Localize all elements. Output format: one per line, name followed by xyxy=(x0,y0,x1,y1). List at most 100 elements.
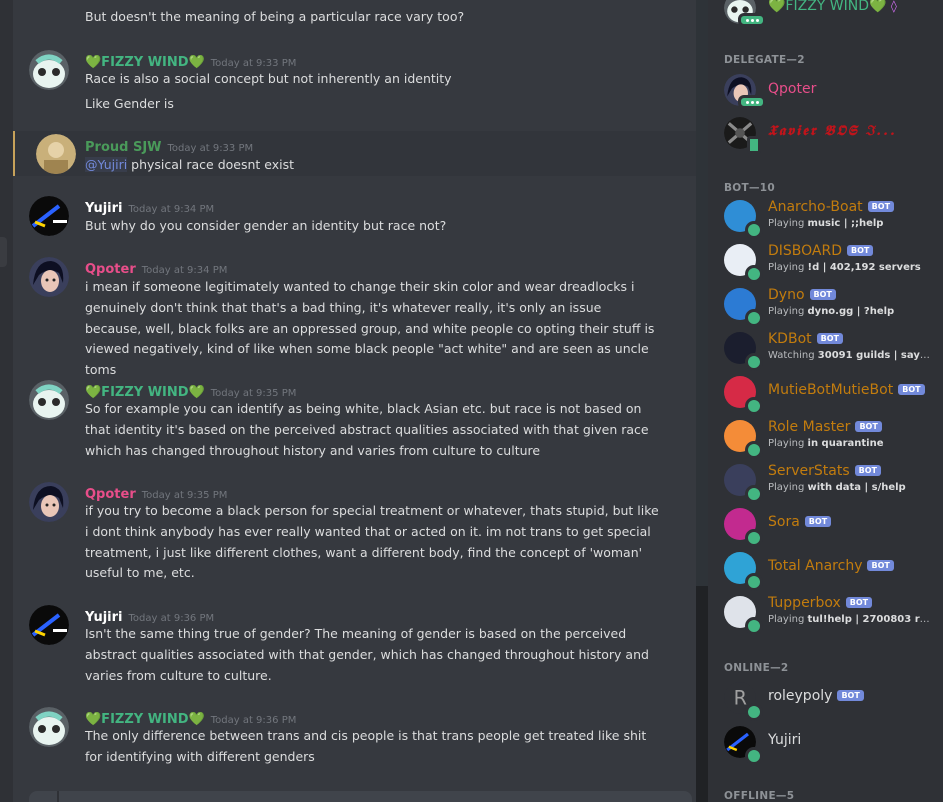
avatar-yujiri[interactable] xyxy=(29,605,69,645)
activity-detail: !d | 402,192 servers xyxy=(807,262,921,273)
member-bot[interactable]: ServerStats BOT Playing with data | s/help xyxy=(708,460,943,503)
activity-detail: 30091 guilds | say ... xyxy=(817,350,933,361)
member-bot[interactable]: DISBOARD BOT Playing !d | 402,192 servers xyxy=(708,240,943,283)
avatar xyxy=(724,244,763,283)
member-name-text: Dyno xyxy=(768,287,805,303)
message-header: Qpoter Today at 9:35 PM xyxy=(85,483,227,502)
bot-tag: BOT xyxy=(867,201,895,212)
bot-tag: BOT xyxy=(816,333,843,344)
member-activity: Playing dyno.gg | ?help xyxy=(768,306,933,317)
message-text: So for example you can identify as being… xyxy=(85,401,649,458)
message-group: 💚FIZZY WIND💚 Today at 9:33 PM Race is als… xyxy=(13,46,697,118)
activity-verb: Playing xyxy=(768,614,805,625)
member-xavier[interactable]: 𝖃𝖆𝖛𝖎𝖊𝖗 𝕭𝕺𝕾 ℑ... xyxy=(708,113,943,154)
member-name-text: DISBOARD xyxy=(768,243,843,259)
section-bot: BOT—10 xyxy=(724,182,776,194)
author-name[interactable]: Yujiri xyxy=(85,610,123,625)
avatar xyxy=(724,0,766,27)
bot-tag: BOT xyxy=(845,597,873,608)
author-name[interactable]: Proud SJW xyxy=(85,140,162,155)
timestamp: Today at 9:34 PM xyxy=(141,265,228,276)
section-delegate: DELEGATE—2 xyxy=(724,54,805,66)
member-activity: Playing tul!help | 2700803 reg... xyxy=(768,614,933,625)
avatar-fizzy-wind[interactable] xyxy=(29,50,69,90)
member-name-text: Role Master xyxy=(768,419,851,435)
online-status-icon xyxy=(745,617,763,635)
member-activity: Watching 30091 guilds | say ... xyxy=(768,350,933,361)
online-status-icon xyxy=(745,309,763,327)
bot-tag: BOT xyxy=(847,245,874,256)
member-name: Anarcho-Boat BOT xyxy=(768,199,895,215)
member-roleypoly[interactable]: R roleypoly BOT xyxy=(708,678,943,721)
avatar-qpoter[interactable] xyxy=(29,257,69,297)
member-name-text: ServerStats xyxy=(768,463,850,479)
message-text: But doesn't the meaning of being a parti… xyxy=(85,9,465,24)
avatar: R xyxy=(724,682,763,721)
online-status-icon xyxy=(745,221,763,239)
author-name[interactable]: 💚FIZZY WIND💚 xyxy=(85,385,205,400)
timestamp: Today at 9:33 PM xyxy=(167,143,254,154)
member-name: Role Master BOT xyxy=(768,419,882,435)
activity-detail: tul!help | 2700803 reg... xyxy=(807,614,933,625)
avatar-fizzy-wind[interactable] xyxy=(29,380,69,420)
online-status-icon xyxy=(745,397,763,415)
avatar-proud-sjw[interactable] xyxy=(36,134,76,174)
member-bot[interactable]: Dyno BOT Playing dyno.gg | ?help xyxy=(708,284,943,327)
attach-divider xyxy=(57,791,59,802)
member-fizzy-wind[interactable]: 💚FIZZY WIND💚 ◊ xyxy=(708,0,943,28)
scrollbar-thumb[interactable] xyxy=(696,586,708,802)
author-name[interactable]: Qpoter xyxy=(85,262,136,277)
message-input[interactable] xyxy=(29,791,692,802)
member-name: Sora BOT xyxy=(768,514,832,530)
chat-scrollbar[interactable] xyxy=(696,0,708,802)
member-bot[interactable]: Tupperbox BOT Playing tul!help | 2700803 r… xyxy=(708,592,943,635)
member-bot[interactable]: KDBot BOT Watching 30091 guilds | say ... xyxy=(708,328,943,371)
member-bot[interactable]: Role Master BOT Playing in quarantine xyxy=(708,416,943,459)
timestamp: Today at 9:36 PM xyxy=(210,715,297,726)
member-name: Tupperbox BOT xyxy=(768,595,873,611)
member-list[interactable]: 💚FIZZY WIND💚 ◊ DELEGATE—2 Qpoter 𝖃𝖆𝖛𝖎𝖊𝖗 … xyxy=(708,0,943,802)
bot-tag: BOT xyxy=(837,690,864,701)
section-online: ONLINE—2 xyxy=(724,662,789,674)
author-name[interactable]: Yujiri xyxy=(85,201,123,216)
message-text: if you try to become a black person for … xyxy=(85,503,659,581)
member-bot[interactable]: Sora BOT xyxy=(708,504,943,547)
activity-verb: Playing xyxy=(768,482,805,493)
server-rail-edge xyxy=(0,0,13,802)
avatar xyxy=(724,117,761,154)
message-header: 💚FIZZY WIND💚 Today at 9:36 PM xyxy=(85,708,296,727)
activity-detail: with data | s/help xyxy=(807,482,906,493)
activity-detail: music | ;;help xyxy=(807,218,884,229)
avatar-fizzy-wind[interactable] xyxy=(29,707,69,747)
message-body: physical race doesnt exist xyxy=(127,157,295,172)
activity-detail: in quarantine xyxy=(807,438,884,449)
timestamp: Today at 9:34 PM xyxy=(128,204,215,215)
chat-area[interactable]: But doesn't the meaning of being a parti… xyxy=(13,0,697,802)
section-offline: OFFLINE—5 xyxy=(724,790,795,802)
author-name[interactable]: Qpoter xyxy=(85,487,136,502)
avatar xyxy=(724,200,763,239)
member-name: 𝖃𝖆𝖛𝖎𝖊𝖗 𝕭𝕺𝕾 ℑ... xyxy=(768,123,897,139)
member-name-text: Sora xyxy=(768,514,800,530)
member-bot[interactable]: Total Anarchy BOT xyxy=(708,548,943,591)
message-group: Yujiri Today at 9:34 PM But why do you co… xyxy=(13,192,697,242)
author-name[interactable]: 💚FIZZY WIND💚 xyxy=(85,55,205,70)
member-qpoter[interactable]: Qpoter xyxy=(708,70,943,110)
avatar-qpoter[interactable] xyxy=(29,482,69,522)
avatar xyxy=(724,596,763,635)
member-name: DISBOARD BOT xyxy=(768,243,874,259)
message-group: 💚FIZZY WIND💚 Today at 9:35 PM So for exam… xyxy=(13,376,697,466)
member-bot[interactable]: Anarcho-Boat BOT Playing music | ;;help xyxy=(708,196,943,239)
member-name: Total Anarchy BOT xyxy=(768,558,894,574)
online-status-icon xyxy=(745,353,763,371)
online-status-icon xyxy=(745,703,763,721)
member-yujiri[interactable]: Yujiri xyxy=(708,722,943,765)
member-bot[interactable]: MutieBotMutieBot BOT xyxy=(708,372,943,415)
message-header: 💚FIZZY WIND💚 Today at 9:33 PM xyxy=(85,51,296,70)
bot-tag: BOT xyxy=(809,289,836,300)
avatar-yujiri[interactable] xyxy=(29,196,69,236)
author-name[interactable]: 💚FIZZY WIND💚 xyxy=(85,712,205,727)
user-mention[interactable]: @Yujiri xyxy=(85,157,128,172)
online-status-icon xyxy=(745,573,763,591)
online-status-icon xyxy=(745,747,763,765)
